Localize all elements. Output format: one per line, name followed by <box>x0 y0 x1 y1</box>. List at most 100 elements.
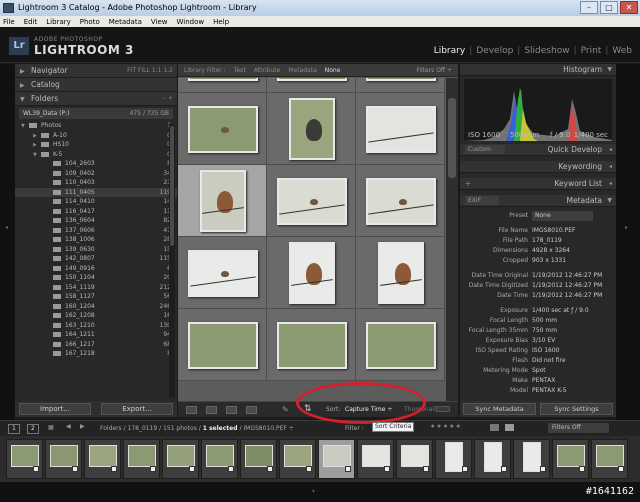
right-panel-gutter[interactable]: ▸ <box>616 64 640 420</box>
menu-library[interactable]: Library <box>46 18 70 26</box>
thumbnail-cell[interactable] <box>267 93 356 165</box>
folder-row[interactable]: 166_1217 68 <box>15 340 177 350</box>
minimize-button[interactable]: – <box>580 1 598 14</box>
thumbnail-cell[interactable] <box>178 309 267 381</box>
folder-row[interactable]: ▼K-50 <box>15 150 177 160</box>
folder-row[interactable]: 110_0403 23 <box>15 178 177 188</box>
painter-icon[interactable]: ✎ <box>282 405 289 414</box>
forward-arrow-icon[interactable]: ▶ <box>80 423 85 430</box>
folder-row[interactable]: 116_0417 11 <box>15 207 177 217</box>
sync-settings-button[interactable]: Sync Settings <box>540 403 613 415</box>
grid-icon[interactable]: ▦ <box>48 424 54 431</box>
bottom-panel-gutter[interactable]: ▾ <box>0 482 640 502</box>
quick-develop-preset-select[interactable]: Custom <box>465 145 505 154</box>
thumbnail-cell[interactable] <box>356 165 445 237</box>
sync-metadata-button[interactable]: Sync Metadata <box>463 403 536 415</box>
thumbnail-cell[interactable] <box>178 78 267 93</box>
collapse-left-icon[interactable]: ◂ <box>5 224 8 231</box>
folder-row[interactable]: 104_26038 <box>15 159 177 169</box>
filter-none-tab[interactable]: None <box>325 67 341 74</box>
histogram-header[interactable]: Histogram ▼ <box>460 64 616 76</box>
navigator-header[interactable]: ▶ Navigator FIT FILL 1:1 1:2 <box>15 64 177 78</box>
folder-row[interactable]: 142_0807 115 <box>15 254 177 264</box>
filmstrip-thumbnail[interactable] <box>552 439 589 479</box>
metadata-set-select[interactable]: EXIF <box>465 196 500 205</box>
thumbnail-cell[interactable] <box>267 309 356 381</box>
color-filter-icon[interactable] <box>505 424 514 431</box>
menu-photo[interactable]: Photo <box>80 18 100 26</box>
survey-view-icon[interactable] <box>246 406 257 414</box>
rating-filter-stars-icon[interactable]: ★★★★★ <box>430 423 462 430</box>
catalog-header[interactable]: ▶ Catalog <box>15 78 177 92</box>
folder-row[interactable]: 162_1208 16 <box>15 311 177 321</box>
filter-text-tab[interactable]: Text <box>234 67 246 74</box>
metadata-header[interactable]: EXIF Metadata ▼ <box>460 195 616 207</box>
compare-view-icon[interactable] <box>226 406 237 414</box>
flag-filter-icon[interactable] <box>490 424 499 431</box>
secondary-display-1-button[interactable]: 1 <box>8 424 20 434</box>
filmstrip-thumbnail[interactable] <box>396 439 433 479</box>
preset-select[interactable]: None <box>532 211 593 221</box>
import-button[interactable]: Import... <box>19 403 91 415</box>
module-develop[interactable]: Develop <box>476 46 513 56</box>
folder-row[interactable]: 160_1204 246 <box>15 302 177 312</box>
folder-row[interactable]: 109_0402 34 <box>15 169 177 179</box>
filter-attribute-tab[interactable]: Attribute <box>254 67 281 74</box>
folder-row[interactable]: 138_1006 28 <box>15 235 177 245</box>
filmstrip-source[interactable]: Folders / 178_0119 / 151 photos / 1 sele… <box>100 425 294 432</box>
loupe-view-icon[interactable] <box>206 406 217 414</box>
module-slideshow[interactable]: Slideshow <box>524 46 569 56</box>
export-button[interactable]: Export... <box>101 403 173 415</box>
grid-scrollbar[interactable] <box>446 78 458 401</box>
secondary-display-2-button[interactable]: 2 <box>27 424 39 434</box>
collapse-bottom-icon[interactable]: ▾ <box>312 488 315 495</box>
folder-row[interactable]: 139_0630 15 <box>15 245 177 255</box>
filmstrip-thumbnail[interactable] <box>279 439 316 479</box>
menu-window[interactable]: Window <box>177 18 205 26</box>
left-panel-gutter[interactable]: ◂ <box>0 64 15 420</box>
filmstrip-thumbnail[interactable] <box>6 439 43 479</box>
filmstrip-thumbnail[interactable] <box>474 439 511 479</box>
menu-view[interactable]: View <box>151 18 168 26</box>
module-print[interactable]: Print <box>581 46 602 56</box>
scrollbar-thumb[interactable] <box>448 98 456 178</box>
thumbnail-cell[interactable] <box>356 237 445 309</box>
add-keyword-icon[interactable]: + <box>465 178 471 190</box>
menu-metadata[interactable]: Metadata <box>109 18 142 26</box>
zoom-options[interactable]: FIT FILL 1:1 1:2 <box>127 64 173 78</box>
thumbnail-cell[interactable] <box>267 165 356 237</box>
folder-row[interactable]: 137_0606 47 <box>15 226 177 236</box>
folder-row[interactable]: 149_09166 <box>15 264 177 274</box>
folder-row[interactable]: 136_0604 82 <box>15 216 177 226</box>
folder-scrollbar[interactable] <box>169 124 175 398</box>
folders-header[interactable]: ▼ Folders – + <box>15 92 177 106</box>
filmstrip-thumbnail[interactable] <box>357 439 394 479</box>
folder-row[interactable]: 164_1211 94 <box>15 330 177 340</box>
scrollbar-thumb[interactable] <box>170 126 174 246</box>
folder-row[interactable]: ▶HS100 <box>15 140 177 150</box>
grid-view-icon[interactable] <box>186 406 197 414</box>
keywording-header[interactable]: Keywording ◂ <box>460 161 616 173</box>
thumbnail-cell[interactable] <box>178 237 267 309</box>
folder-row[interactable]: 114_0410 14 <box>15 197 177 207</box>
folder-row[interactable]: 154_1119 212 <box>15 283 177 293</box>
filter-metadata-tab[interactable]: Metadata <box>288 67 316 74</box>
thumbnail-size-slider[interactable] <box>436 406 450 412</box>
filmstrip-thumbnail[interactable] <box>435 439 472 479</box>
folder-add-remove-buttons[interactable]: – + <box>163 92 173 106</box>
filmstrip-thumbnail[interactable] <box>240 439 277 479</box>
folder-row[interactable]: 158_1127 56 <box>15 292 177 302</box>
metadata-value[interactable]: IMGS8010.PEF <box>532 226 575 236</box>
module-web[interactable]: Web <box>612 46 632 56</box>
folder-row[interactable]: ▼Photos1 <box>15 121 177 131</box>
thumbnail-cell[interactable] <box>267 78 356 93</box>
thumbnail-cell[interactable] <box>356 78 445 93</box>
module-library[interactable]: Library <box>434 46 465 56</box>
folder-row[interactable]: 163_1210 130 <box>15 321 177 331</box>
close-button[interactable]: ✕ <box>620 1 638 14</box>
filmstrip-thumbnail[interactable] <box>123 439 160 479</box>
thumbnail-cell[interactable] <box>178 165 267 237</box>
filmstrip-filter-select[interactable]: Filters Off <box>548 423 609 433</box>
folder-row[interactable]: 167_12188 <box>15 349 177 359</box>
filmstrip-thumbnail[interactable] <box>201 439 238 479</box>
